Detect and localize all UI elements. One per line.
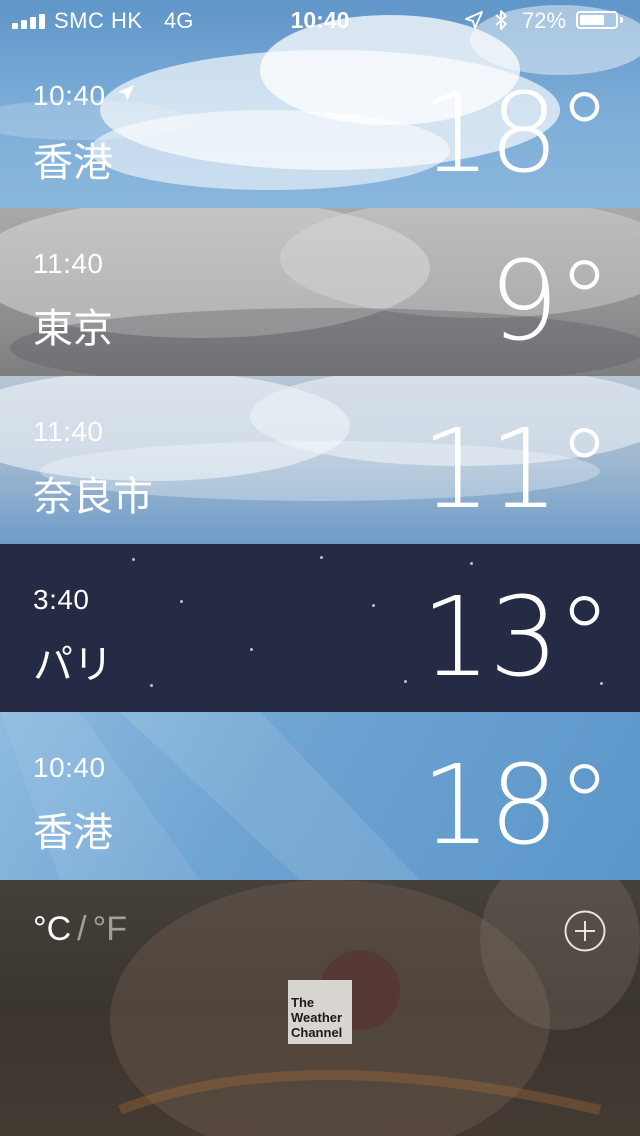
city-temperature: 13° <box>421 573 612 701</box>
city-time: 10:40 <box>33 752 106 783</box>
star <box>150 684 153 687</box>
city-time: 11:40 <box>33 416 104 447</box>
logo-line: The <box>291 995 315 1010</box>
logo-line: Channel <box>291 1025 343 1040</box>
city-name: 奈良市 <box>33 474 153 520</box>
city-row[interactable]: 10:40 香港 18° <box>0 712 640 880</box>
unit-celsius[interactable]: °C <box>33 910 71 948</box>
footer-bar: °C / °F The Weather Channel <box>0 880 640 1136</box>
star <box>250 648 253 651</box>
add-city-button[interactable] <box>564 910 606 952</box>
city-time: 3:40 <box>33 584 90 615</box>
city-name: 東京 <box>33 306 113 352</box>
city-temperature: 9° <box>489 237 612 365</box>
city-row[interactable]: 3:40 パリ 13° <box>0 544 640 712</box>
bluetooth-icon <box>495 10 507 30</box>
star <box>470 562 473 565</box>
city-time: 11:40 <box>33 248 104 279</box>
city-row[interactable]: 11:40 奈良市 11° <box>0 376 640 544</box>
city-row[interactable]: 11:40 東京 9° <box>0 208 640 376</box>
city-temperature: 18° <box>421 741 612 869</box>
weather-city-list-screen: 10:40 香港 18° 11:40 東京 9° 11:40 奈良市 11° 3… <box>0 0 640 1136</box>
battery-percentage: 72% <box>522 8 567 33</box>
unit-separator: / <box>77 910 87 948</box>
star <box>320 556 323 559</box>
star <box>372 604 375 607</box>
star <box>404 680 407 683</box>
star <box>180 600 183 603</box>
city-name: パリ <box>33 642 113 688</box>
unit-toggle[interactable]: °C / °F <box>33 910 127 949</box>
battery-cap <box>620 17 623 23</box>
weather-channel-logo[interactable]: The Weather Channel <box>288 980 352 1044</box>
status-bar: SMC HK 4G 10:40 72% <box>0 0 640 40</box>
battery-icon <box>576 11 618 29</box>
unit-fahrenheit[interactable]: °F <box>93 910 127 948</box>
city-temperature: 11° <box>421 405 612 533</box>
battery-level <box>580 15 604 25</box>
city-temperature: 18° <box>421 69 612 197</box>
logo-line: Weather <box>291 1010 343 1025</box>
city-time: 10:40 <box>33 80 136 112</box>
star <box>132 558 135 561</box>
location-services-icon <box>465 11 483 29</box>
city-name: 香港 <box>33 810 113 856</box>
location-arrow-icon <box>117 85 134 101</box>
city-name: 香港 <box>33 140 113 186</box>
